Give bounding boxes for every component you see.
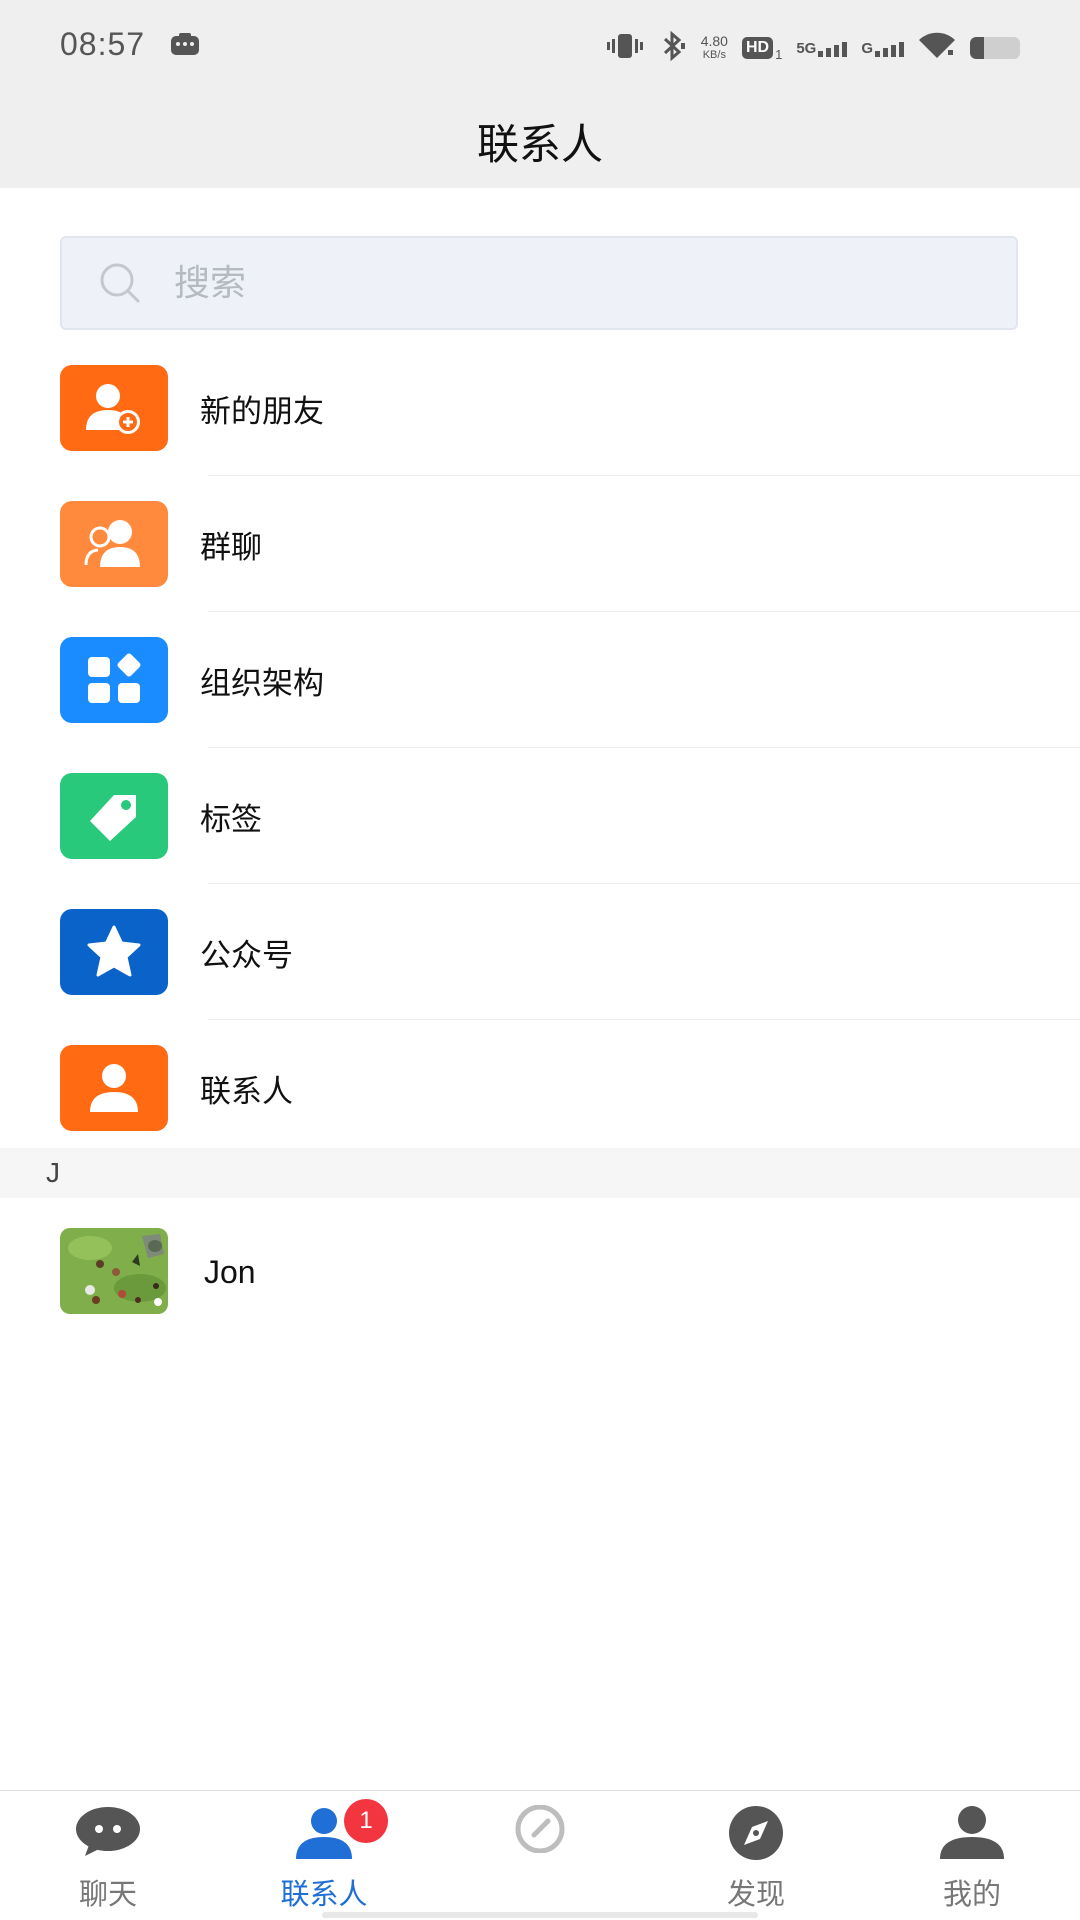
- search-bar[interactable]: [60, 236, 1018, 330]
- menu-item-group-chat[interactable]: 群聊: [0, 476, 1080, 612]
- menu-item-label: 组织架构: [200, 665, 324, 702]
- menu-item-contacts[interactable]: 联系人: [0, 1020, 1080, 1156]
- hd-sub: 1: [775, 46, 783, 62]
- menu-item-label: 联系人: [200, 1073, 293, 1110]
- net2-label: G: [861, 39, 873, 57]
- tab-me[interactable]: 我的: [864, 1791, 1080, 1920]
- menu-item-org-structure[interactable]: 组织架构: [0, 612, 1080, 748]
- title-bar: 联系人: [0, 94, 1080, 188]
- contact-avatar: [60, 1228, 168, 1314]
- vibrate-icon: [606, 32, 643, 64]
- menu-item-label: 标签: [200, 801, 262, 838]
- speed-unit: KB/s: [702, 49, 726, 61]
- section-letter: J: [46, 1157, 60, 1188]
- profile-icon: [938, 1805, 1006, 1865]
- menu-item-label: 新的朋友: [200, 393, 324, 430]
- menu-item-label: 公众号: [200, 937, 293, 974]
- contact-name: Jon: [204, 1253, 256, 1290]
- tab-chat[interactable]: 聊天: [0, 1791, 216, 1920]
- status-bar: 08:57 4.80 KB/s HD 1 5G G: [0, 0, 1080, 94]
- star-icon: [60, 909, 168, 995]
- menu-item-tags[interactable]: 标签: [0, 748, 1080, 884]
- compass-icon: [724, 1805, 788, 1865]
- tab-label: 聊天: [78, 1877, 137, 1911]
- tab-label: 发现: [726, 1877, 785, 1911]
- contact-icon: [60, 1045, 168, 1131]
- add-friend-icon: [60, 365, 168, 451]
- tab-contacts[interactable]: 1 联系人: [216, 1791, 432, 1920]
- contact-row[interactable]: Jon: [0, 1206, 1080, 1338]
- function-list: 新的朋友 群聊 组织架构 标签 公众号 联系人: [0, 340, 1080, 1156]
- signal-g-icon: G: [861, 40, 904, 57]
- org-structure-icon: [60, 637, 168, 723]
- menu-item-official-accounts[interactable]: 公众号: [0, 884, 1080, 1020]
- group-icon: [60, 501, 168, 587]
- tab-dashboard[interactable]: [432, 1791, 648, 1920]
- tag-icon: [60, 773, 168, 859]
- status-time: 08:57: [60, 26, 146, 62]
- wifi-icon: [918, 32, 956, 64]
- net1-label: 5G: [796, 39, 817, 57]
- search-icon: [98, 261, 142, 305]
- battery-icon: [970, 37, 1020, 59]
- menu-item-label: 群聊: [200, 529, 262, 566]
- network-speed: 4.80 KB/s: [701, 34, 728, 62]
- page-title: 联系人: [476, 119, 603, 169]
- home-indicator[interactable]: [322, 1912, 758, 1918]
- signal-5g-icon: 5G: [796, 39, 848, 57]
- search-input[interactable]: [172, 261, 936, 305]
- bottom-nav: 聊天 1 联系人 发现 我的: [0, 1790, 1080, 1920]
- hd-icon: HD: [741, 37, 774, 59]
- contacts-screen: 08:57 4.80 KB/s HD 1 5G G 联系人 搜索 新的朋友 群聊…: [0, 0, 1080, 1920]
- dashboard-icon: [512, 1804, 568, 1857]
- status-icons: 4.80 KB/s HD 1 5G G: [606, 28, 1020, 68]
- tab-label: 联系人: [280, 1877, 368, 1911]
- notification-badge: 1: [344, 1799, 388, 1843]
- hd-label: HD: [745, 39, 770, 56]
- game-controller-icon: [170, 32, 200, 60]
- section-header: J: [0, 1148, 1080, 1198]
- speed-value: 4.80: [700, 33, 728, 49]
- bluetooth-icon: [657, 30, 687, 65]
- tab-discover[interactable]: 发现: [648, 1791, 864, 1920]
- tab-label: 我的: [942, 1877, 1001, 1911]
- chat-icon: [75, 1805, 141, 1861]
- menu-item-new-friends[interactable]: 新的朋友: [0, 340, 1080, 476]
